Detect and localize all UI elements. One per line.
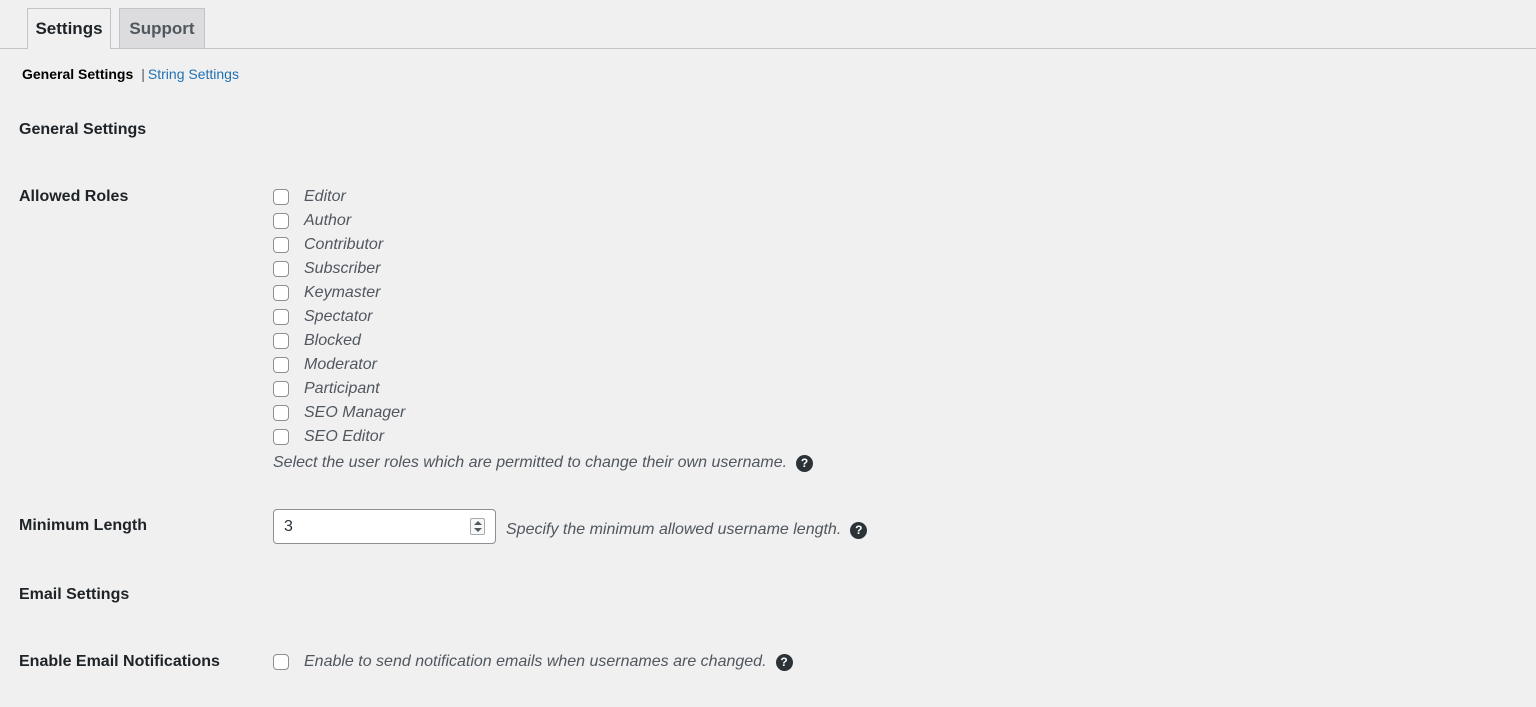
role-option: Contributor	[273, 233, 405, 257]
email-notifications-description: Enable to send notification emails when …	[304, 653, 767, 670]
minimum-length-input[interactable]: 3	[273, 509, 496, 544]
minimum-length-description: Specify the minimum allowed username len…	[506, 519, 868, 541]
tab-support[interactable]: Support	[119, 8, 205, 48]
tab-settings[interactable]: Settings	[27, 8, 111, 49]
minimum-length-label: Minimum Length	[19, 517, 147, 534]
sub-navigation: General Settings | String Settings	[22, 66, 239, 82]
help-icon[interactable]: ?	[850, 521, 868, 539]
role-option: Subscriber	[273, 257, 405, 281]
role-option: SEO Editor	[273, 425, 405, 449]
spin-down-arrow-icon[interactable]	[474, 528, 482, 532]
role-label: Participant	[304, 380, 380, 397]
role-label: Keymaster	[304, 284, 381, 301]
role-option: Blocked	[273, 329, 405, 353]
role-option: SEO Manager	[273, 401, 405, 425]
role-checkbox[interactable]	[273, 213, 289, 229]
role-label: SEO Manager	[304, 404, 406, 421]
tab-bar: Settings Support	[0, 8, 1536, 49]
role-label: Editor	[304, 188, 346, 205]
enable-email-notifications-label: Enable Email Notifications	[19, 653, 220, 670]
role-label: SEO Editor	[304, 428, 385, 445]
role-option: Keymaster	[273, 281, 405, 305]
role-option: Moderator	[273, 353, 405, 377]
minimum-length-description-text: Specify the minimum allowed username len…	[506, 521, 842, 538]
subnav-link-string-settings[interactable]: String Settings	[148, 66, 239, 82]
help-icon[interactable]: ?	[775, 653, 793, 671]
role-checkbox[interactable]	[273, 429, 289, 445]
role-checkbox[interactable]	[273, 261, 289, 277]
role-label: Author	[304, 212, 352, 229]
role-checkbox[interactable]	[273, 189, 289, 205]
role-checkbox[interactable]	[273, 237, 289, 253]
role-checkbox[interactable]	[273, 381, 289, 397]
role-label: Contributor	[304, 236, 384, 253]
role-label: Moderator	[304, 356, 377, 373]
subnav-current-general-settings: General Settings	[22, 66, 134, 82]
roles-description-text: Select the user roles which are permitte…	[273, 454, 788, 471]
number-spinner[interactable]	[470, 518, 485, 535]
role-option: Participant	[273, 377, 405, 401]
general-settings-heading: General Settings	[19, 121, 147, 138]
role-option: Spectator	[273, 305, 405, 329]
role-label: Blocked	[304, 332, 361, 349]
spin-up-arrow-icon[interactable]	[474, 521, 482, 525]
subnav-separator: |	[141, 66, 145, 82]
minimum-length-value: 3	[284, 518, 293, 535]
role-label: Subscriber	[304, 260, 381, 277]
role-checkbox[interactable]	[273, 285, 289, 301]
email-notifications-checkbox[interactable]	[273, 654, 289, 670]
email-notifications-option: Enable to send notification emails when …	[273, 653, 793, 671]
help-icon[interactable]: ?	[796, 454, 814, 472]
roles-checkbox-list: Editor Author Contributor Subscriber Keymast…	[273, 185, 405, 449]
role-option: Author	[273, 209, 405, 233]
role-option: Editor	[273, 185, 405, 209]
role-checkbox[interactable]	[273, 333, 289, 349]
role-checkbox[interactable]	[273, 405, 289, 421]
role-label: Spectator	[304, 308, 373, 325]
roles-description: Select the user roles which are permitte…	[273, 452, 814, 474]
allowed-roles-label: Allowed Roles	[19, 188, 129, 205]
role-checkbox[interactable]	[273, 357, 289, 373]
role-checkbox[interactable]	[273, 309, 289, 325]
email-settings-heading: Email Settings	[19, 586, 130, 603]
